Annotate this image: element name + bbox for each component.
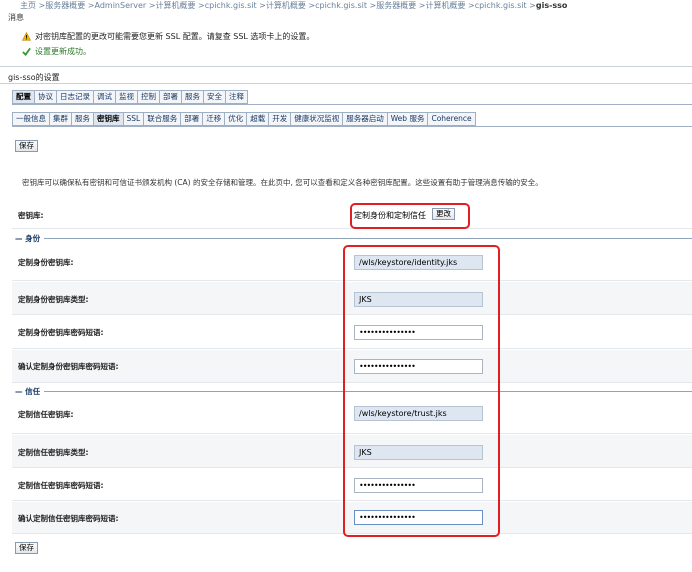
identity-keystore-label: 定制身份密钥库: [18, 258, 74, 267]
identity-confirm-label: 确认定制身份密钥库密码短语: [18, 362, 119, 371]
page-description: 密钥库可以确保私有密钥和可信证书颁发机构 (CA) 的安全存储和管理。在此页中,… [22, 178, 543, 187]
trust-pass-row: 定制信任密钥库密码短语: [12, 469, 692, 501]
tab-ssl[interactable]: SSL [122, 112, 144, 126]
identity-type-label: 定制身份密钥库类型: [18, 295, 89, 304]
divider [0, 66, 692, 67]
identity-keystore-field[interactable]: /wls/keystore/identity.jks [354, 255, 483, 270]
tab-config[interactable]: 配置 [12, 90, 34, 104]
identity-type-field[interactable]: JKS [354, 292, 483, 307]
tab-notes[interactable]: 注释 [225, 90, 248, 104]
tab-underline [12, 126, 692, 127]
trust-confirm-field[interactable]: ••••••••••••••• [354, 510, 483, 525]
success-text: 设置更新成功。 [35, 47, 91, 56]
tab-protocols[interactable]: 协议 [34, 90, 56, 104]
breadcrumb-current: gis-sso [535, 1, 568, 10]
tab-server-start[interactable]: 服务器启动 [342, 112, 387, 126]
save-button-top[interactable]: 保存 [15, 140, 38, 152]
tab-health-monitoring[interactable]: 健康状况监视 [290, 112, 343, 126]
tab-underline [12, 104, 692, 105]
change-keystore-button[interactable]: 更改 [432, 208, 455, 220]
trust-type-field[interactable]: JKS [354, 445, 483, 460]
tab-federation[interactable]: 联合服务 [143, 112, 181, 126]
warning-message: 对密钥库配置的更改可能需要您更新 SSL 配置。请复查 SSL 选项卡上的设置。 [22, 31, 314, 42]
breadcrumb: 主页 >服务器概要 >AdminServer >计算机概要 >cpichk.gi… [20, 0, 690, 10]
identity-confirm-field[interactable]: ••••••••••••••• [354, 359, 483, 374]
tab-migration[interactable]: 迁移 [202, 112, 225, 126]
save-button-bottom[interactable]: 保存 [15, 542, 38, 554]
trust-type-row: 定制信任密钥库类型: [12, 435, 692, 468]
tab-web-services[interactable]: Web 服务 [386, 112, 428, 126]
warning-text: 对密钥库配置的更改可能需要您更新 SSL 配置。请复查 SSL 选项卡上的设置。 [35, 32, 315, 41]
tab-sub-deployment[interactable]: 部署 [180, 112, 203, 126]
identity-pass-row: 定制身份密钥库密码短语: [12, 316, 692, 349]
divider [0, 83, 692, 84]
trust-keystore-row: 定制信任密钥库: [12, 398, 692, 434]
trust-confirm-row: 确认定制信任密钥库密码短语: [12, 502, 692, 534]
identity-keystore-row: 定制身份密钥库: [12, 245, 692, 281]
tab-general[interactable]: 一般信息 [12, 112, 49, 126]
identity-section-title: — 身份 [12, 233, 45, 244]
identity-pass-field[interactable]: ••••••••••••••• [354, 325, 483, 340]
primary-tab-bar: 配置 协议 日志记录 调试 监视 控制 部署 服务 安全 注释 [12, 90, 248, 104]
tab-sub-services[interactable]: 服务 [71, 112, 93, 126]
tab-services[interactable]: 服务 [181, 90, 203, 104]
trust-confirm-label: 确认定制信任密钥库密码短语: [18, 514, 119, 523]
secondary-tab-bar: 一般信息 集群 服务 密钥库 SSL 联合服务 部署 迁移 优化 超载 开发 健… [12, 112, 476, 126]
tab-logging[interactable]: 日志记录 [56, 90, 93, 104]
identity-type-row: 定制身份密钥库类型: [12, 282, 692, 315]
keystore-row: 密钥库: [12, 200, 692, 229]
tab-deployments[interactable]: 部署 [159, 90, 181, 104]
trust-section-header: — 信任 [12, 386, 692, 397]
identity-pass-label: 定制身份密钥库密码短语: [18, 328, 104, 337]
tab-keystores[interactable]: 密钥库 [93, 112, 123, 126]
trust-pass-field[interactable]: ••••••••••••••• [354, 478, 483, 493]
trust-section-title: — 信任 [12, 386, 45, 397]
tab-cluster[interactable]: 集群 [49, 112, 71, 126]
warning-icon [22, 32, 31, 41]
success-message: 设置更新成功。 [22, 46, 91, 57]
trust-keystore-field[interactable]: /wls/keystore/trust.jks [354, 406, 483, 421]
identity-confirm-row: 确认定制身份密钥库密码短语: [12, 350, 692, 383]
trust-type-label: 定制信任密钥库类型: [18, 448, 89, 457]
tab-overload[interactable]: 超载 [246, 112, 269, 126]
identity-section-header: — 身份 [12, 233, 692, 244]
breadcrumb-path[interactable]: 主页 >服务器概要 >AdminServer >计算机概要 >cpichk.gi… [20, 1, 536, 10]
tab-control[interactable]: 控制 [137, 90, 159, 104]
tab-tuning[interactable]: 优化 [224, 112, 247, 126]
keystore-label: 密钥库: [18, 211, 44, 220]
keystore-value: 定制身份和定制信任 [354, 211, 426, 220]
trust-keystore-label: 定制信任密钥库: [18, 410, 74, 419]
page-title: gis-sso的设置 [8, 73, 60, 82]
tab-coherence[interactable]: Coherence [427, 112, 476, 126]
checkmark-icon [22, 47, 31, 56]
trust-pass-label: 定制信任密钥库密码短语: [18, 481, 104, 490]
tab-development[interactable]: 开发 [268, 112, 291, 126]
tab-debug[interactable]: 调试 [93, 90, 115, 104]
tab-security[interactable]: 安全 [203, 90, 225, 104]
messages-title: 消息 [8, 13, 24, 22]
tab-monitoring[interactable]: 监视 [115, 90, 137, 104]
